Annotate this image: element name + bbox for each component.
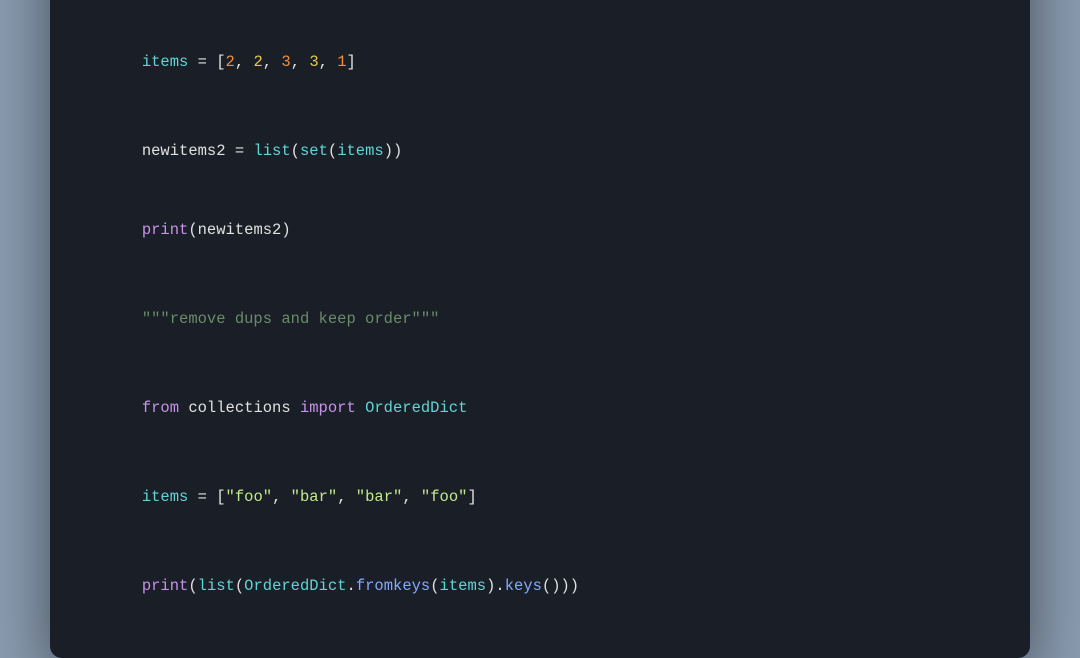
str-foo-1: "foo" [226,488,273,506]
method-fromkeys: fromkeys [356,577,430,595]
bracket-close-2: ] [467,488,476,506]
var-items-3: items [142,488,189,506]
print-paren-1: (newitems2) [188,221,290,239]
code-line-6: from collections import OrderedDict [86,369,994,448]
keys-parens: ())) [542,577,598,595]
comma-3: , [291,53,310,71]
code-line-4: print(newitems2) [86,191,994,270]
num-3: 3 [281,53,290,71]
code-line-3: newitems2 = list(set(items)) [86,112,994,191]
code-line-7: items = ["foo", "bar", "bar", "foo"] [86,458,994,537]
class-ordered-dict-2: OrderedDict [244,577,346,595]
comma-6: , [337,488,356,506]
code-line-8: print(list(OrderedDict.fromkeys(items).k… [86,547,994,626]
str-foo-2: "foo" [421,488,468,506]
kw-from: from [142,399,179,417]
collections-text: collections [179,399,300,417]
func-list-2: list [198,577,235,595]
bracket-close-1: ] [347,53,356,71]
dot-2: . [495,577,504,595]
code-editor: """remove duplicate items from list. not… [50,0,1030,658]
terminal-window: """remove duplicate items from list. not… [50,0,1030,658]
class-ordered-dict: OrderedDict [356,399,468,417]
str-bar-1: "bar" [291,488,338,506]
num-4: 3 [309,53,318,71]
comma-4: , [319,53,338,71]
list-open: ( [235,577,244,595]
eq-bracket-1: = [ [188,53,225,71]
kw-import: import [300,399,356,417]
print-open: ( [188,577,197,595]
fromkeys-close: ) [486,577,495,595]
func-print-2: print [142,577,189,595]
num-2: 2 [253,53,262,71]
method-keys: keys [505,577,542,595]
func-set: set [300,142,328,160]
comma-7: , [402,488,421,506]
dot-1: . [347,577,356,595]
num-5: 1 [337,53,346,71]
code-line-2: items = [2, 2, 3, 3, 1] [86,23,994,102]
eq-bracket-2: = [ [188,488,225,506]
var-items-1: items [142,53,189,71]
blank-3 [86,270,994,280]
newitems2-assign: newitems2 = [142,142,254,160]
blank-6 [86,537,994,547]
paren-l1: ( [291,142,300,160]
func-print-1: print [142,221,189,239]
comma-1: , [235,53,254,71]
fromkeys-open: ( [430,577,439,595]
comment-text-2: """remove dups and keep order""" [142,310,440,328]
blank-5 [86,448,994,458]
var-items-4: items [440,577,487,595]
blank-2 [86,102,994,112]
str-bar-2: "bar" [356,488,403,506]
paren-r1: )) [384,142,403,160]
comma-2: , [263,53,282,71]
code-line-1: """remove duplicate items from list. not… [86,0,994,13]
blank-4 [86,359,994,369]
blank-1 [86,13,994,23]
func-list: list [253,142,290,160]
paren-items: ( [328,142,337,160]
code-line-5: """remove dups and keep order""" [86,280,994,359]
num-1: 2 [226,53,235,71]
var-items-2: items [337,142,384,160]
comma-5: , [272,488,291,506]
